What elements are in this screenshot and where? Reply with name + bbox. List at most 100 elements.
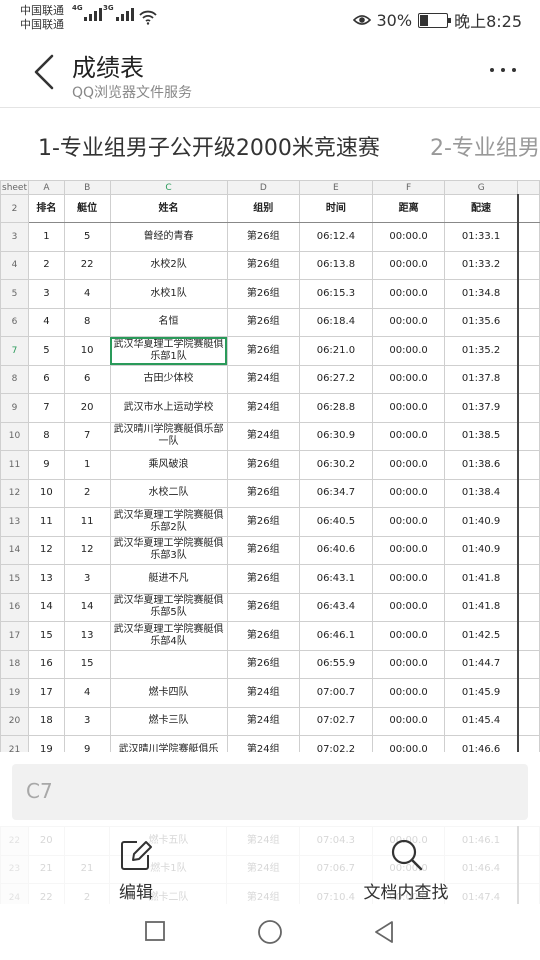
table-cell[interactable]: 第26组 xyxy=(226,307,301,337)
table-cell[interactable]: 6 xyxy=(63,364,111,394)
table-cell[interactable]: 06:28.8 xyxy=(299,393,373,423)
table-cell[interactable]: 4 xyxy=(63,678,111,708)
table-cell[interactable]: 00:00.0 xyxy=(371,678,446,708)
table-cell[interactable]: 01:40.9 xyxy=(444,507,519,537)
table-cell[interactable]: 22 xyxy=(63,250,111,280)
table-cell[interactable]: 00:00.0 xyxy=(371,222,446,252)
row-number[interactable]: 21 xyxy=(0,735,29,752)
table-cell[interactable]: 艇进不凡 xyxy=(109,564,228,594)
table-cell[interactable]: 06:40.5 xyxy=(299,507,373,537)
table-cell[interactable]: 3 xyxy=(63,706,111,736)
table-cell[interactable]: 07:02.7 xyxy=(299,706,373,736)
blank-cell[interactable] xyxy=(517,621,540,651)
table-cell[interactable]: 01:35.6 xyxy=(444,307,519,337)
table-cell[interactable]: 06:18.4 xyxy=(299,307,373,337)
blank-cell[interactable] xyxy=(517,194,540,223)
table-cell[interactable]: 01:37.8 xyxy=(444,364,519,394)
table-cell[interactable]: 曾经的青春 xyxy=(109,222,228,252)
blank-cell[interactable] xyxy=(517,535,540,565)
table-cell[interactable]: 第26组 xyxy=(226,564,301,594)
table-cell[interactable]: 第26组 xyxy=(226,592,301,622)
table-cell[interactable]: 武汉华夏理工学院赛艇俱乐部3队 xyxy=(109,535,228,565)
blank-cell[interactable] xyxy=(517,507,540,537)
row-number[interactable]: 14 xyxy=(0,535,29,565)
edit-button[interactable]: 编辑 xyxy=(106,838,166,903)
table-cell[interactable]: 水校1队 xyxy=(109,279,228,309)
table-cell[interactable]: 00:00.0 xyxy=(371,336,446,366)
blank-cell[interactable] xyxy=(517,706,540,736)
table-cell[interactable]: 9 xyxy=(63,735,111,752)
row-number[interactable]: 2 xyxy=(0,194,29,223)
table-cell[interactable]: 06:40.6 xyxy=(299,535,373,565)
row-number[interactable]: 5 xyxy=(0,279,29,309)
column-header-d[interactable]: D xyxy=(226,180,301,195)
table-cell[interactable]: 06:13.8 xyxy=(299,250,373,280)
table-cell[interactable]: 武汉晴川学院赛艇俱乐部一队 xyxy=(109,421,228,451)
table-cell[interactable]: 06:43.4 xyxy=(299,592,373,622)
row-number[interactable]: 16 xyxy=(0,592,29,622)
table-cell[interactable]: 00:00.0 xyxy=(371,421,446,451)
table-cell[interactable]: 01:34.8 xyxy=(444,279,519,309)
table-cell[interactable]: 6 xyxy=(28,364,65,394)
table-cell[interactable]: 11 xyxy=(28,507,65,537)
table-cell[interactable]: 燃卡四队 xyxy=(109,678,228,708)
table-cell[interactable]: 00:00.0 xyxy=(371,592,446,622)
table-cell[interactable]: 01:38.4 xyxy=(444,478,519,508)
header-cell[interactable]: 艇位 xyxy=(63,194,111,223)
table-cell[interactable]: 06:15.3 xyxy=(299,279,373,309)
table-cell[interactable]: 燃卡三队 xyxy=(109,706,228,736)
table-cell[interactable]: 武汉市水上运动学校 xyxy=(109,393,228,423)
table-cell[interactable]: 00:00.0 xyxy=(371,250,446,280)
table-cell[interactable]: 水校二队 xyxy=(109,478,228,508)
table-cell[interactable]: 00:00.0 xyxy=(371,450,446,480)
table-cell[interactable]: 00:00.0 xyxy=(371,307,446,337)
home-icon[interactable] xyxy=(257,919,283,945)
table-cell[interactable]: 14 xyxy=(63,592,111,622)
table-cell[interactable]: 2 xyxy=(28,250,65,280)
more-options-icon[interactable] xyxy=(490,68,516,72)
table-cell[interactable]: 15 xyxy=(63,649,111,679)
header-cell[interactable]: 组别 xyxy=(226,194,301,223)
table-cell[interactable]: 武汉华夏理工学院赛艇俱乐部2队 xyxy=(109,507,228,537)
table-cell[interactable]: 武汉晴川学院赛艇俱乐 xyxy=(109,735,228,752)
table-cell[interactable]: 11 xyxy=(63,507,111,537)
table-cell[interactable]: 15 xyxy=(28,621,65,651)
table-cell[interactable]: 名恒 xyxy=(109,307,228,337)
row-number[interactable]: 18 xyxy=(0,649,29,679)
column-header-e[interactable]: E xyxy=(299,180,373,195)
table-cell[interactable]: 00:00.0 xyxy=(371,279,446,309)
table-cell[interactable]: 9 xyxy=(28,450,65,480)
table-cell[interactable]: 武汉华夏理工学院赛艇俱乐部5队 xyxy=(109,592,228,622)
table-cell[interactable]: 00:00.0 xyxy=(371,507,446,537)
spreadsheet-grid[interactable]: sheet A B C D E F G 2 排名 艇位 姓名 组别 时间 距离 配速 3 1 5 曾经的青春 第26组 0… xyxy=(0,180,540,752)
table-cell[interactable]: 01:46.6 xyxy=(444,735,519,752)
table-cell[interactable]: 01:44.7 xyxy=(444,649,519,679)
blank-cell[interactable] xyxy=(517,735,540,752)
row-number[interactable]: 6 xyxy=(0,307,29,337)
table-cell[interactable]: 3 xyxy=(28,279,65,309)
table-cell[interactable]: 01:41.8 xyxy=(444,592,519,622)
back-arrow-icon[interactable] xyxy=(30,54,58,90)
table-cell[interactable]: 06:34.7 xyxy=(299,478,373,508)
table-cell[interactable]: 乘风破浪 xyxy=(109,450,228,480)
blank-cell[interactable] xyxy=(517,564,540,594)
table-cell[interactable]: 4 xyxy=(28,307,65,337)
blank-cell[interactable] xyxy=(517,592,540,622)
blank-cell[interactable] xyxy=(517,222,540,252)
table-cell[interactable]: 2 xyxy=(63,478,111,508)
table-cell[interactable]: 06:27.2 xyxy=(299,364,373,394)
table-cell[interactable]: 01:38.5 xyxy=(444,421,519,451)
blank-cell[interactable] xyxy=(517,393,540,423)
blank-cell[interactable] xyxy=(517,649,540,679)
table-cell[interactable]: 01:38.6 xyxy=(444,450,519,480)
column-header-f[interactable]: F xyxy=(371,180,446,195)
blank-cell[interactable] xyxy=(517,364,540,394)
cell-reference-box[interactable]: C7 xyxy=(12,764,528,820)
table-cell[interactable]: 13 xyxy=(63,621,111,651)
blank-cell[interactable] xyxy=(517,336,540,366)
table-cell[interactable]: 06:46.1 xyxy=(299,621,373,651)
blank-cell[interactable] xyxy=(517,307,540,337)
table-cell[interactable]: 4 xyxy=(63,279,111,309)
table-cell[interactable]: 14 xyxy=(28,592,65,622)
table-cell[interactable]: 01:45.9 xyxy=(444,678,519,708)
